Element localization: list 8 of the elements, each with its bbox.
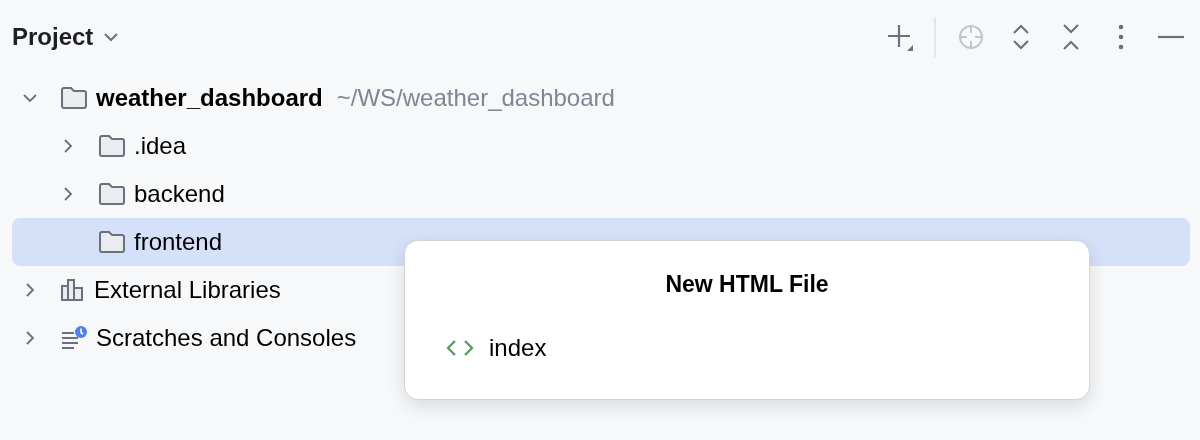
tree-item-label: .idea xyxy=(134,131,187,161)
tree-item-label: Scratches and Consoles xyxy=(96,323,357,353)
tree-item-label: weather_dashboard xyxy=(96,83,323,113)
tree-item-label: External Libraries xyxy=(94,275,281,305)
path-label: ~/WS/weather_dashboard xyxy=(336,83,615,113)
tree-item-label: frontend xyxy=(134,227,223,257)
tree-item-label: backend xyxy=(134,179,225,209)
popup-title: New HTML File xyxy=(664,270,830,299)
